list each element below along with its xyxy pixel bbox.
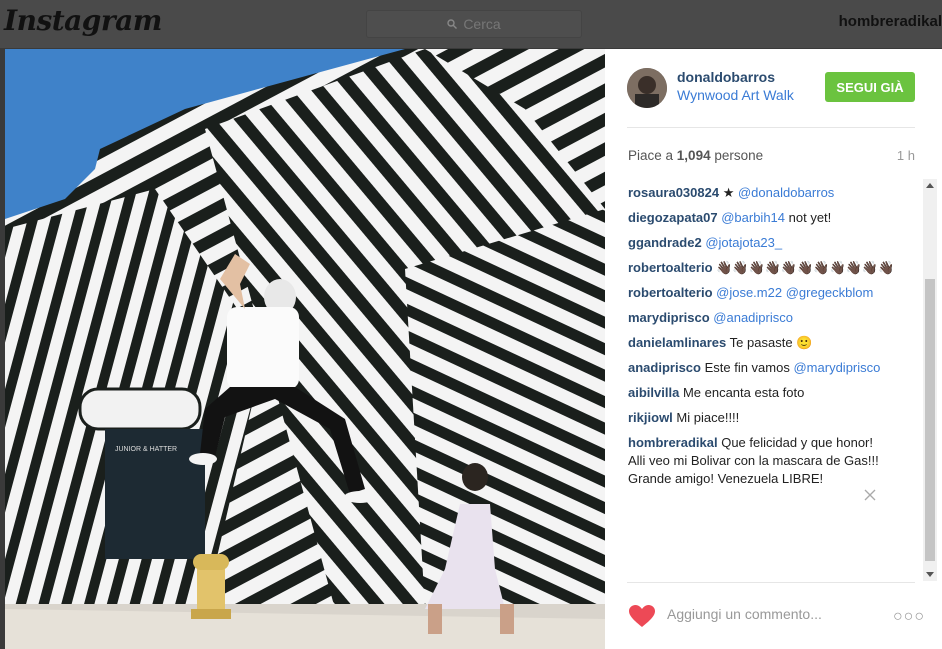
search-input[interactable]: Cerca [366,10,582,38]
comment: hombreradikal Que felicidad y que honor!… [628,434,919,488]
comment: robertoalterio @jose.m22 @gregeckblom [628,284,919,302]
search-placeholder: Cerca [463,16,501,32]
comment-text: Mi piace!!!! [676,410,740,425]
comment-user[interactable]: ggandrade2 [628,235,702,250]
likes-suffix: persone [714,148,764,163]
comment-text: not yet! [788,210,832,225]
location-link[interactable]: Wynwood Art Walk [677,87,794,103]
post-owner-link[interactable]: donaldobarros [677,69,775,85]
comment-user[interactable]: anadiprisco [628,360,701,375]
scroll-down-arrow-icon[interactable] [923,567,937,581]
comment-mention[interactable]: @barbih14 [721,210,785,225]
comment-user[interactable]: rosaura030824 [628,185,719,200]
comments-list: rosaura030824 ★ @donaldobarros diegozapa… [628,184,919,495]
comment-text: 👋🏿👋🏿👋🏿👋🏿👋🏿👋🏿👋🏿👋🏿👋🏿👋🏿👋🏿 [716,260,895,275]
comment-user[interactable]: robertoalterio [628,285,713,300]
post-time: 1 h [896,148,915,163]
post-details-panel: donaldobarros Wynwood Art Walk SEGUI GIÀ… [605,49,942,649]
comment: marydiprisco @anadiprisco [628,309,919,327]
likes-prefix: Piace a [628,148,674,163]
comment-mention[interactable]: @gregeckblom [786,285,874,300]
comment-mention[interactable]: @anadiprisco [713,310,793,325]
comment: aibilvilla Me encanta esta foto [628,384,919,402]
comment-mention[interactable]: @jotajota23_ [705,235,782,250]
comment: danielamlinares Te pasaste 🙂 [628,334,919,352]
likes-number: 1,094 [676,148,711,163]
comment-text: Este fin vamos [704,360,790,375]
comment-user[interactable]: aibilvilla [628,385,679,400]
comment-mention[interactable]: @jose.m22 [716,285,782,300]
comment-user[interactable]: hombreradikal [628,435,718,450]
comment-user[interactable]: rikjiowl [628,410,673,425]
scrollbar-thumb[interactable] [925,279,935,561]
top-bar: Instagram Cerca hombreradikal [0,0,942,48]
comment-text: ★ [722,185,735,200]
comment: anadiprisco Este fin vamos @marydiprisco [628,359,919,377]
scroll-up-arrow-icon[interactable] [923,179,937,193]
comment-mention[interactable]: @donaldobarros [738,185,834,200]
avatar[interactable] [627,68,667,108]
comment-mention[interactable]: @marydiprisco [793,360,880,375]
comments-scrollbar[interactable] [923,179,937,581]
current-user-link[interactable]: hombreradikal [839,13,942,30]
comment-user[interactable]: robertoalterio [628,260,713,275]
post-photo[interactable]: JUNIOR & HATTER [5,49,605,649]
comment: rikjiowl Mi piace!!!! [628,409,919,427]
comment-user[interactable]: diegozapata07 [628,210,718,225]
comment: ggandrade2 @jotajota23_ [628,234,919,252]
photo-image: JUNIOR & HATTER [5,49,605,649]
comment-text: Te pasaste 🙂 [729,335,813,350]
divider [627,127,915,128]
comment: robertoalterio 👋🏿👋🏿👋🏿👋🏿👋🏿👋🏿👋🏿👋🏿👋🏿👋🏿👋🏿 [628,259,919,277]
shop-sign: JUNIOR & HATTER [115,446,177,453]
delete-comment-icon[interactable] [864,489,876,501]
likes-count[interactable]: Piace a 1,094 persone [628,148,763,163]
comment-user[interactable]: marydiprisco [628,310,710,325]
comment-user[interactable]: danielamlinares [628,335,726,350]
search-icon [447,19,458,29]
add-comment-input[interactable]: Aggiungi un commento... [667,606,822,622]
heart-icon[interactable] [628,604,656,628]
comment-text: Me encanta esta foto [682,385,805,400]
comment: diegozapata07 @barbih14 not yet! [628,209,919,227]
divider [627,582,915,583]
more-options-icon[interactable]: ○○○ [893,608,925,626]
instagram-logo[interactable]: Instagram [4,4,162,37]
follow-button[interactable]: SEGUI GIÀ [825,72,915,102]
comment: rosaura030824 ★ @donaldobarros [628,184,919,202]
